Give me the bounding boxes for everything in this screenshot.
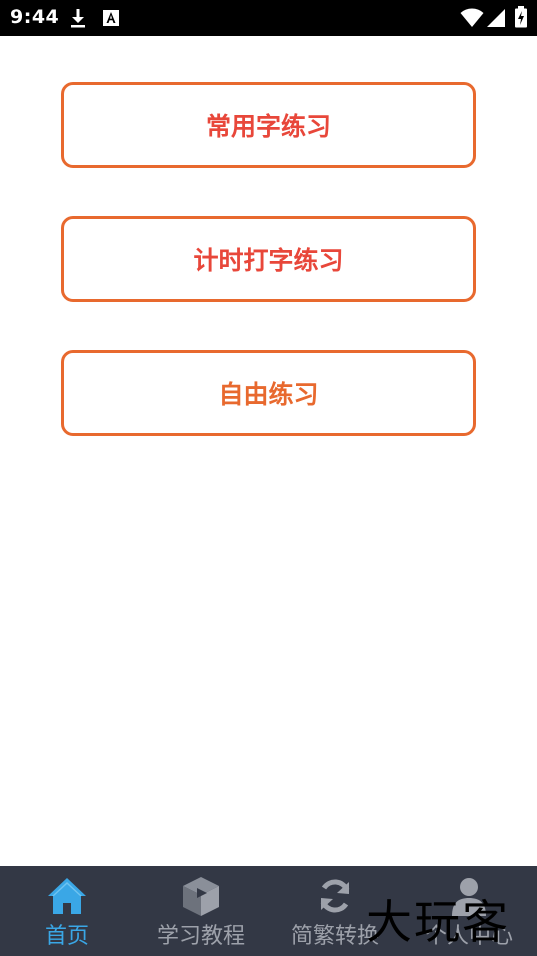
user-icon <box>452 878 486 916</box>
timed-typing-practice-button[interactable]: 计时打字练习 <box>61 216 476 302</box>
nav-label-convert: 简繁转换 <box>290 924 379 949</box>
bottom-navigation: 首页 学习教程 简繁转换 个人中心 <box>0 866 537 956</box>
nav-label-profile: 个人中心 <box>424 924 513 949</box>
nav-item-tutorial[interactable]: 学习教程 <box>134 866 268 956</box>
nav-label-home: 首页 <box>44 924 89 949</box>
status-bar: 9:44 <box>0 0 537 36</box>
battery-icon <box>515 6 527 28</box>
timed-typing-practice-label: 计时打字练习 <box>193 246 344 275</box>
refresh-icon <box>320 879 350 913</box>
home-icon <box>48 878 86 914</box>
nav-label-tutorial: 学习教程 <box>156 924 245 949</box>
free-practice-button[interactable]: 自由练习 <box>61 350 476 436</box>
nav-item-profile[interactable]: 个人中心 <box>402 866 536 956</box>
common-characters-practice-label: 常用字练习 <box>205 112 331 141</box>
a-notification-icon <box>103 10 119 26</box>
wifi-icon <box>460 8 484 27</box>
status-time: 9:44 <box>10 6 60 28</box>
download-icon <box>71 9 85 28</box>
signal-icon <box>487 9 505 27</box>
play-cube-icon <box>183 877 219 916</box>
nav-item-convert[interactable]: 简繁转换 <box>268 866 402 956</box>
common-characters-practice-button[interactable]: 常用字练习 <box>61 82 476 168</box>
free-practice-label: 自由练习 <box>218 380 319 409</box>
nav-item-home[interactable]: 首页 <box>0 866 134 956</box>
